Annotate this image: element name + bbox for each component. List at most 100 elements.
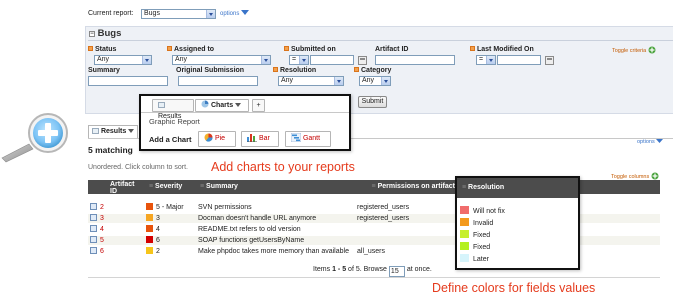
unordered-text: Unordered. Click column to sort. [88, 164, 188, 171]
popup-tab-results[interactable]: Results [152, 99, 194, 120]
chevron-down-icon [235, 103, 242, 107]
status-select[interactable]: Any [94, 55, 152, 65]
severity-color-swatch [146, 247, 153, 254]
pie-icon [201, 100, 209, 108]
current-report-label: Current report: [88, 10, 134, 17]
gantt-chart-icon [290, 132, 302, 143]
chevron-down-icon [334, 77, 343, 85]
status-label: Status [88, 46, 116, 53]
resolution-item[interactable]: Fixed [460, 230, 576, 241]
chevron-down-icon [486, 56, 495, 64]
category-select[interactable]: Any [359, 76, 391, 86]
options-link[interactable]: options [220, 10, 250, 17]
edit-icon[interactable] [90, 236, 97, 243]
resolution-popup-header[interactable]: ≡ Resolution [457, 178, 578, 198]
severity-cell: 6 [146, 236, 160, 245]
edit-icon[interactable] [90, 214, 97, 221]
summary-cell: SOAP functions getUsersByName [198, 237, 305, 244]
table-icon [158, 102, 165, 108]
color-swatch [460, 254, 469, 262]
permissions-cell: registered_users [357, 204, 410, 211]
assigned-to-select[interactable]: Any [172, 55, 271, 65]
options-right-link[interactable]: options [637, 139, 664, 145]
popup-tab-charts[interactable]: Charts [195, 99, 249, 112]
resolution-item[interactable]: Later [460, 254, 576, 265]
bullet-icon [354, 67, 359, 72]
pie-chart-icon [204, 133, 213, 142]
annotation-add-charts: Add charts to your reports [211, 160, 355, 174]
submitted-on-label: Submitted on [284, 46, 336, 53]
resolution-select[interactable]: Any [278, 76, 344, 86]
graphic-report-label: Graphic Report [149, 117, 200, 126]
color-swatch [460, 242, 469, 250]
artifact-id-cell[interactable]: 3 [90, 214, 104, 223]
submitted-on-operator[interactable]: = [289, 55, 309, 65]
chevron-down-icon [142, 56, 151, 64]
artifact-id-cell[interactable]: 4 [90, 225, 104, 234]
severity-color-swatch [146, 225, 153, 232]
artifact-id-input[interactable] [375, 55, 455, 65]
add-pie-chart-button[interactable]: Pie [198, 131, 236, 147]
popup-tab-add[interactable]: + [252, 99, 265, 112]
toggle-criteria-link[interactable]: Toggle criteria [612, 46, 656, 54]
edit-icon[interactable] [90, 203, 97, 210]
add-gantt-chart-button[interactable]: Gantt [285, 131, 331, 147]
bullet-icon [284, 46, 289, 51]
bar-chart-icon [247, 134, 257, 142]
summary-input[interactable] [88, 76, 168, 86]
collapse-icon[interactable]: − [89, 31, 95, 37]
artifact-id-cell[interactable]: 5 [90, 236, 104, 245]
last-modified-date[interactable] [497, 55, 541, 65]
header-summary[interactable]: ≡ Summary [198, 180, 348, 194]
resolution-label: Resolution [273, 67, 316, 74]
resolution-item[interactable]: Invalid [460, 218, 576, 229]
color-swatch [460, 218, 469, 226]
artifact-id-cell[interactable]: 2 [90, 203, 104, 212]
last-modified-operator[interactable]: = [476, 55, 496, 65]
chevron-down-icon [299, 56, 308, 64]
calendar-icon[interactable] [545, 56, 554, 65]
toggle-columns-link[interactable]: Toggle columns [611, 172, 659, 180]
current-report-select[interactable]: Bugs [141, 9, 216, 19]
results-tab[interactable]: Results [88, 125, 138, 138]
edit-icon[interactable] [90, 247, 97, 254]
submit-button[interactable]: Submit [358, 96, 387, 108]
chevron-down-icon [206, 10, 215, 18]
assigned-to-label: Assigned to [167, 46, 214, 53]
pagination: Items 1 - 5 of 5. Browse 15 at once. [313, 266, 432, 277]
chevron-down-icon [381, 77, 390, 85]
add-bar-chart-button[interactable]: Bar [241, 131, 279, 147]
last-modified-label: Last Modified On [470, 46, 534, 53]
header-severity[interactable]: ≡ Severity [145, 180, 197, 194]
artifact-id-cell[interactable]: 6 [90, 247, 104, 256]
bullet-icon [470, 46, 475, 51]
report-bar: Current report: [88, 9, 134, 21]
severity-color-swatch [146, 236, 153, 243]
chevron-down-icon [261, 56, 270, 64]
severity-color-swatch [146, 214, 153, 221]
magnifier-icon [1, 113, 68, 163]
plus-icon [651, 172, 659, 180]
category-label: Category [354, 67, 391, 74]
bullet-icon [167, 46, 172, 51]
summary-cell: Make phpdoc takes more memory than avail… [198, 248, 349, 255]
severity-cell: 3 [146, 214, 160, 223]
summary-label: Summary [88, 67, 120, 74]
severity-color-swatch [146, 203, 153, 210]
matching-count: 5 matching [88, 145, 133, 155]
section-title: − Bugs [89, 28, 122, 39]
table-icon [92, 128, 99, 134]
popup-tab-underline [141, 112, 349, 113]
original-submission-input[interactable] [178, 76, 258, 86]
summary-cell: SVN permissions [198, 204, 252, 211]
header-permissions[interactable]: ≡ Permissions on artifact [359, 180, 459, 194]
bottom-line [88, 277, 660, 278]
edit-icon[interactable] [90, 225, 97, 232]
bullet-icon [88, 46, 93, 51]
calendar-icon[interactable] [358, 56, 367, 65]
resolution-item[interactable]: Fixed [460, 242, 576, 253]
per-page-input[interactable]: 15 [388, 266, 405, 277]
submitted-on-date[interactable] [310, 55, 354, 65]
header-artifact-id[interactable]: Artifact ID [88, 180, 140, 195]
resolution-item[interactable]: Will not fix [460, 206, 576, 217]
